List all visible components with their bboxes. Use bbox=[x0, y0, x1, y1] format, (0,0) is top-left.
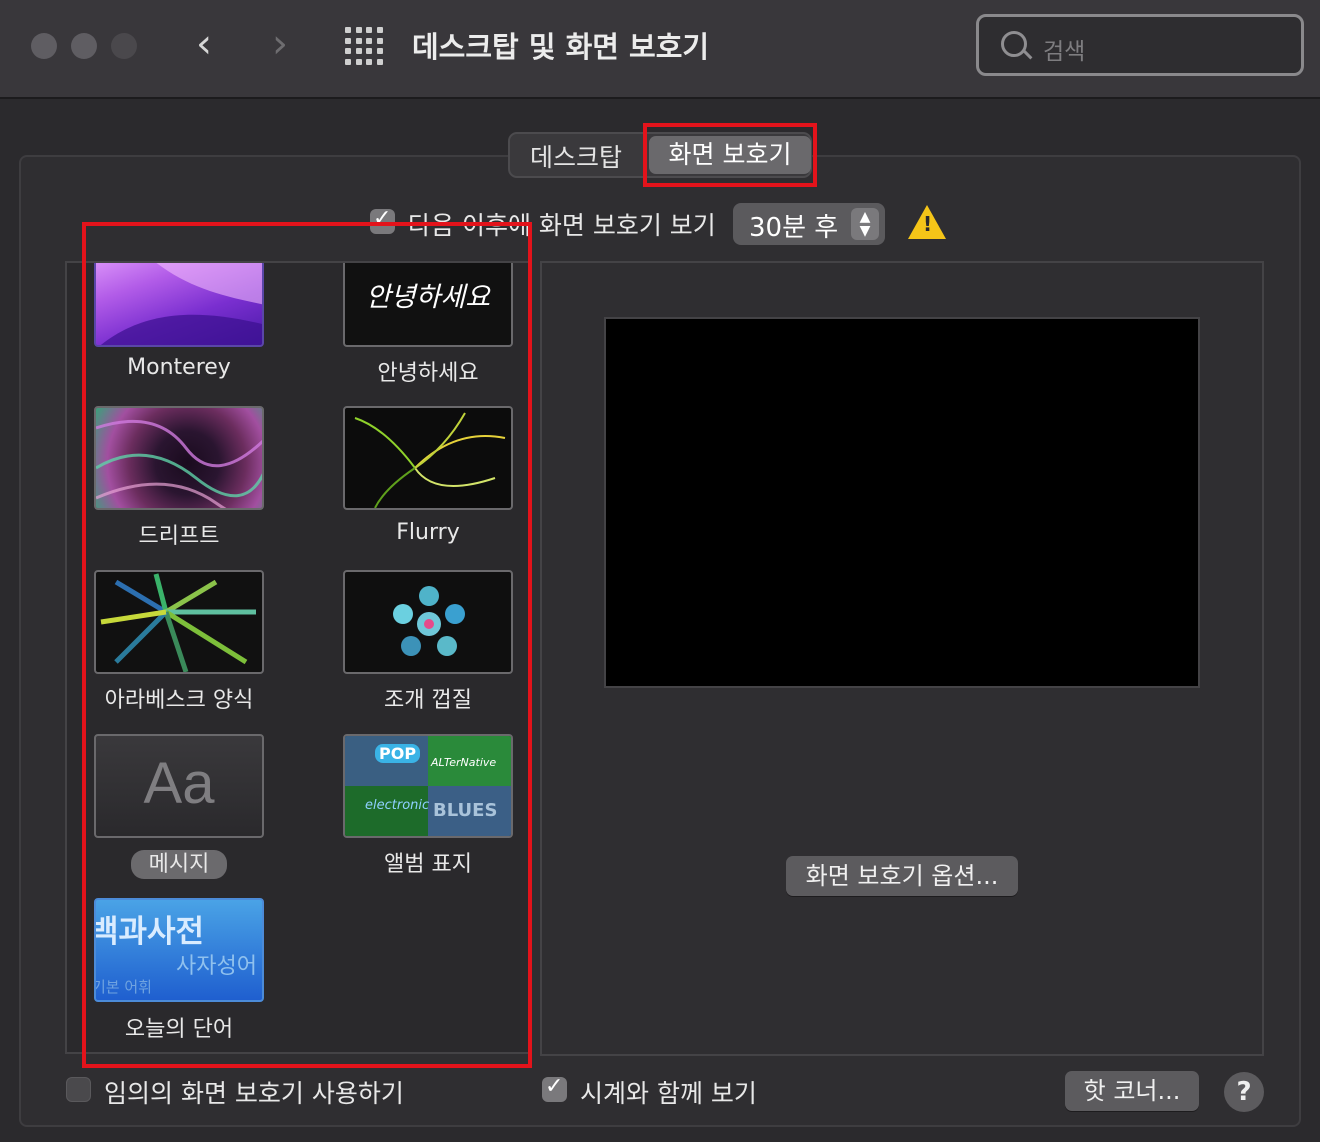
show-clock-checkbox[interactable] bbox=[542, 1074, 567, 1102]
close-window-button[interactable] bbox=[31, 33, 57, 59]
preview-screen bbox=[604, 317, 1200, 688]
random-saver-label: 임의의 화면 보호기 사용하기 bbox=[104, 1079, 404, 1108]
back-chevron-icon[interactable]: ‹ bbox=[196, 22, 212, 66]
window-title: 데스크탑 및 화면 보호기 bbox=[412, 30, 710, 64]
popup-stepper-icon: ▲ ▼ bbox=[851, 208, 879, 240]
start-after-value: 30분 후 bbox=[749, 213, 839, 243]
show-all-grid-icon[interactable] bbox=[345, 27, 383, 65]
highlight-box-tab bbox=[643, 123, 817, 187]
search-field[interactable]: 검색 bbox=[976, 14, 1304, 76]
minimize-window-button[interactable] bbox=[71, 33, 97, 59]
zoom-window-button[interactable] bbox=[111, 33, 137, 59]
start-after-popup[interactable]: 30분 후 ▲ ▼ bbox=[733, 203, 885, 245]
hot-corners-button[interactable]: 핫 코너... bbox=[1065, 1071, 1199, 1111]
screen-saver-options-button[interactable]: 화면 보호기 옵션... bbox=[786, 856, 1018, 896]
title-bar: ‹ › 데스크탑 및 화면 보호기 검색 bbox=[0, 0, 1320, 99]
search-icon bbox=[1001, 31, 1027, 57]
show-clock-label: 시계와 함께 보기 bbox=[580, 1079, 757, 1108]
tab-desktop[interactable]: 데스크탑 bbox=[530, 138, 622, 174]
search-placeholder: 검색 bbox=[1043, 39, 1086, 65]
highlight-box-list bbox=[82, 222, 532, 1068]
help-button[interactable]: ? bbox=[1224, 1072, 1264, 1112]
forward-chevron-icon[interactable]: › bbox=[272, 22, 288, 66]
warning-triangle-icon[interactable]: ! bbox=[908, 205, 946, 239]
random-saver-checkbox[interactable] bbox=[66, 1077, 91, 1102]
